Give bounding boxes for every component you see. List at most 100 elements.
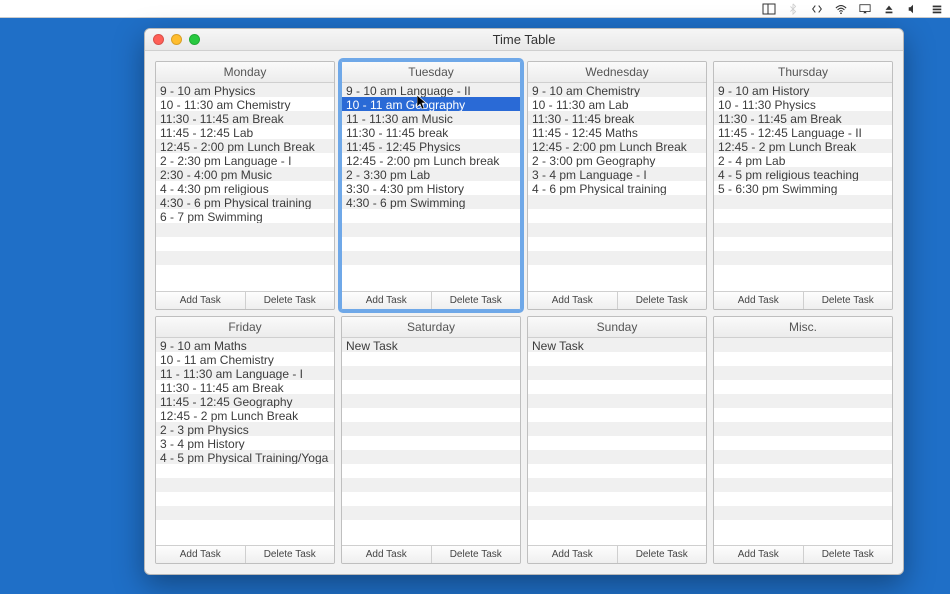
task-row[interactable]: 4:30 - 6 pm Physical training (156, 195, 334, 209)
task-row[interactable]: 11:45 - 12:45 Physics (342, 139, 520, 153)
task-row[interactable]: 2 - 3:30 pm Lab (342, 167, 520, 181)
sidebar-icon[interactable] (762, 2, 776, 16)
zoom-window-button[interactable] (189, 34, 200, 45)
airplay-icon[interactable] (858, 2, 872, 16)
task-row[interactable] (714, 265, 892, 279)
task-row[interactable]: 11:30 - 11:45 am Break (156, 111, 334, 125)
task-row[interactable]: 9 - 10 am Physics (156, 83, 334, 97)
delete-task-button[interactable]: Delete Task (804, 546, 893, 563)
task-row[interactable]: 2 - 3:00 pm Geography (528, 153, 706, 167)
task-row[interactable] (714, 478, 892, 492)
add-task-button[interactable]: Add Task (528, 546, 618, 563)
add-task-button[interactable]: Add Task (714, 546, 804, 563)
task-row[interactable] (342, 352, 520, 366)
task-row[interactable] (528, 223, 706, 237)
task-row[interactable] (528, 478, 706, 492)
task-row[interactable] (342, 450, 520, 464)
task-row[interactable] (342, 506, 520, 520)
delete-task-button[interactable]: Delete Task (432, 546, 521, 563)
task-row[interactable] (714, 380, 892, 394)
task-row[interactable]: 9 - 10 am History (714, 83, 892, 97)
task-row[interactable] (714, 422, 892, 436)
add-task-button[interactable]: Add Task (342, 292, 432, 309)
task-list[interactable]: 9 - 10 am History10 - 11:30 Physics11:30… (714, 83, 892, 291)
task-row[interactable] (714, 450, 892, 464)
task-row[interactable] (342, 251, 520, 265)
task-row[interactable] (342, 492, 520, 506)
task-row[interactable] (342, 380, 520, 394)
task-row[interactable] (528, 237, 706, 251)
task-row[interactable] (156, 237, 334, 251)
task-row[interactable] (528, 352, 706, 366)
task-list[interactable]: New Task (528, 338, 706, 546)
task-list[interactable]: 9 - 10 am Language - II10 - 11 am Geogra… (342, 83, 520, 291)
task-list[interactable] (714, 338, 892, 546)
task-row[interactable] (528, 520, 706, 534)
delete-task-button[interactable]: Delete Task (246, 292, 335, 309)
task-row[interactable]: 11:45 - 12:45 Maths (528, 125, 706, 139)
task-row[interactable]: 2 - 3 pm Physics (156, 422, 334, 436)
add-task-button[interactable]: Add Task (342, 546, 432, 563)
task-row[interactable]: 11:30 - 11:45 break (342, 125, 520, 139)
wifi-icon[interactable] (834, 2, 848, 16)
task-row[interactable] (528, 492, 706, 506)
task-row[interactable]: 10 - 11:30 am Lab (528, 97, 706, 111)
eject-icon[interactable] (882, 2, 896, 16)
add-task-button[interactable]: Add Task (156, 292, 246, 309)
task-row[interactable]: 11 - 11:30 am Music (342, 111, 520, 125)
task-row[interactable] (714, 506, 892, 520)
minimize-window-button[interactable] (171, 34, 182, 45)
task-row[interactable] (156, 265, 334, 279)
task-row[interactable] (528, 506, 706, 520)
task-row[interactable] (714, 352, 892, 366)
task-row[interactable] (528, 436, 706, 450)
notifications-icon[interactable] (930, 2, 944, 16)
task-row[interactable] (156, 492, 334, 506)
task-row[interactable]: 12:45 - 2:00 pm Lunch Break (528, 139, 706, 153)
task-row[interactable]: 4:30 - 6 pm Swimming (342, 195, 520, 209)
task-row[interactable]: 4 - 4:30 pm religious (156, 181, 334, 195)
task-row[interactable] (156, 223, 334, 237)
task-row[interactable] (342, 237, 520, 251)
task-row[interactable]: 3:30 - 4:30 pm History (342, 181, 520, 195)
task-list[interactable]: 9 - 10 am Maths10 - 11 am Chemistry11 - … (156, 338, 334, 546)
task-row[interactable] (156, 251, 334, 265)
code-icon[interactable] (810, 2, 824, 16)
task-row[interactable]: New Task (528, 338, 706, 352)
bluetooth-icon[interactable] (786, 2, 800, 16)
task-row[interactable]: 11:30 - 11:45 am Break (714, 111, 892, 125)
task-row[interactable]: 10 - 11:30 Physics (714, 97, 892, 111)
task-row[interactable]: 9 - 10 am Language - II (342, 83, 520, 97)
delete-task-button[interactable]: Delete Task (432, 292, 521, 309)
task-row[interactable] (528, 380, 706, 394)
task-row[interactable]: 12:45 - 2:00 pm Lunch break (342, 153, 520, 167)
task-list[interactable]: 9 - 10 am Physics10 - 11:30 am Chemistry… (156, 83, 334, 291)
task-row[interactable] (528, 251, 706, 265)
task-row[interactable] (528, 464, 706, 478)
task-row[interactable]: New Task (342, 338, 520, 352)
task-row[interactable]: 4 - 6 pm Physical training (528, 181, 706, 195)
task-row[interactable] (342, 520, 520, 534)
task-row[interactable]: 2 - 4 pm Lab (714, 153, 892, 167)
task-row[interactable]: 10 - 11 am Geography (342, 97, 520, 111)
task-row[interactable] (714, 394, 892, 408)
task-row[interactable] (714, 195, 892, 209)
task-row[interactable]: 9 - 10 am Maths (156, 338, 334, 352)
task-row[interactable] (342, 436, 520, 450)
task-row[interactable]: 2 - 2:30 pm Language - I (156, 153, 334, 167)
delete-task-button[interactable]: Delete Task (618, 292, 707, 309)
task-list[interactable]: New Task (342, 338, 520, 546)
task-row[interactable] (528, 394, 706, 408)
task-row[interactable] (156, 478, 334, 492)
task-row[interactable]: 11 - 11:30 am Language - I (156, 366, 334, 380)
task-row[interactable] (714, 338, 892, 352)
close-window-button[interactable] (153, 34, 164, 45)
delete-task-button[interactable]: Delete Task (618, 546, 707, 563)
task-row[interactable] (714, 237, 892, 251)
task-list[interactable]: 9 - 10 am Chemistry10 - 11:30 am Lab11:3… (528, 83, 706, 291)
delete-task-button[interactable]: Delete Task (804, 292, 893, 309)
task-row[interactable] (528, 450, 706, 464)
task-row[interactable]: 2:30 - 4:00 pm Music (156, 167, 334, 181)
task-row[interactable] (714, 408, 892, 422)
add-task-button[interactable]: Add Task (714, 292, 804, 309)
